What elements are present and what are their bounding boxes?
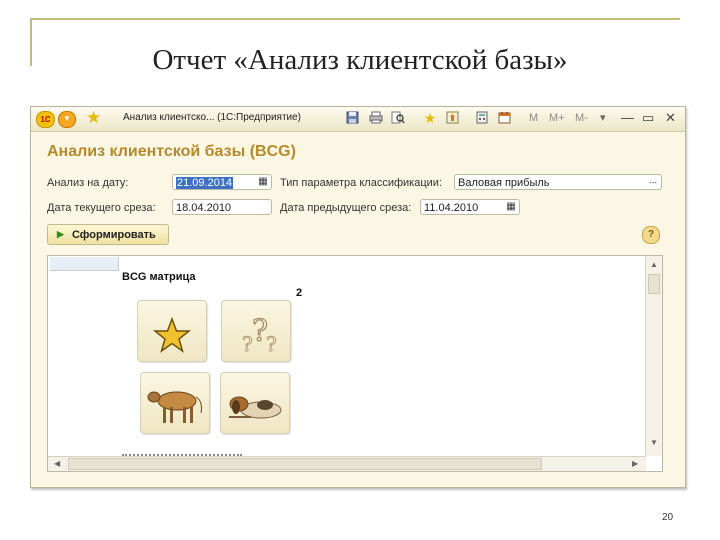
print-icon[interactable] (369, 111, 383, 125)
cow-icon (147, 391, 202, 423)
svg-text:?: ? (266, 332, 277, 356)
scroll-up-icon[interactable]: ▲ (650, 260, 658, 270)
quadrant-dog (220, 372, 290, 434)
scroll-right-icon[interactable]: ▶ (632, 459, 638, 469)
analysis-date-label: Анализ на дату: (47, 177, 129, 189)
generate-button-label: Сформировать (72, 229, 156, 241)
report-area[interactable]: BCG матрица 2 ? ? ? ▲ ▼ ◀ ▶ (47, 255, 663, 472)
help-icon[interactable]: ? (642, 226, 660, 244)
vertical-scroll-thumb[interactable] (648, 274, 660, 294)
close-icon[interactable]: ✕ (665, 110, 676, 126)
calendar-picker-icon[interactable]: ▦ (505, 201, 517, 213)
window-title: Анализ клиентско... (1С:Предприятие) (123, 112, 302, 123)
preview-icon[interactable] (391, 111, 405, 125)
vertical-scrollbar[interactable]: ▲ ▼ (645, 256, 662, 456)
save-icon[interactable] (345, 111, 359, 125)
favorite-star-icon[interactable]: ★ (86, 108, 101, 128)
form-title: Анализ клиентской базы (BCG) (47, 143, 296, 160)
report-number: 2 (296, 287, 303, 299)
analysis-date-value: 21.09.2014 (176, 177, 234, 189)
calendar-picker-icon[interactable]: ▦ (257, 176, 269, 188)
title-bar: 1С ▼ ★ Анализ клиентско... (1С:Предприят… (31, 107, 685, 132)
prev-slice-label: Дата предыдущего среза: (280, 202, 412, 214)
memory-button[interactable]: M (529, 111, 538, 125)
history-icon[interactable] (445, 111, 459, 125)
restore-icon[interactable]: ▭ (642, 110, 654, 126)
dog-icon (229, 396, 282, 419)
dropdown-chevron-icon[interactable]: ▾ (600, 111, 606, 125)
minimize-icon[interactable]: — (621, 110, 634, 126)
current-slice-field[interactable]: 18.04.2010 (172, 199, 272, 215)
play-icon: ▶ (57, 229, 64, 239)
param-type-label: Тип параметра классификации: (280, 177, 442, 189)
current-slice-value: 18.04.2010 (176, 202, 232, 214)
select-ellipsis-icon[interactable]: ... (646, 175, 660, 189)
analysis-date-field[interactable]: 21.09.2014 ▦ (172, 174, 272, 190)
prev-slice-field[interactable]: 11.04.2010 ▦ (420, 199, 520, 215)
horizontal-scroll-thumb[interactable] (68, 458, 542, 470)
memory-plus-button[interactable]: M+ (549, 111, 565, 125)
report-heading: BCG матрица (122, 271, 196, 283)
generate-button[interactable]: ▶ Сформировать (47, 224, 169, 245)
param-type-value: Валовая прибыль (458, 177, 550, 189)
slide-title: Отчет «Анализ клиентской базы» (152, 44, 568, 76)
param-type-field[interactable]: Валовая прибыль ... (454, 174, 662, 190)
calendar-icon[interactable] (497, 111, 511, 125)
slide-number: 20 (662, 512, 674, 523)
add-favorite-icon[interactable]: ★ (423, 111, 437, 125)
calculator-icon[interactable] (475, 111, 489, 125)
prev-slice-value: 11.04.2010 (424, 202, 479, 214)
quadrant-star (137, 300, 207, 362)
horizontal-scrollbar[interactable]: ◀ ▶ (48, 456, 646, 471)
logo-icon[interactable]: 1С (36, 111, 55, 128)
question-marks-icon: ? ? ? (242, 313, 278, 356)
selected-cell[interactable] (50, 257, 119, 271)
quadrant-cash-cow (140, 372, 210, 434)
memory-minus-button[interactable]: M- (575, 111, 588, 125)
star-icon (152, 316, 192, 353)
quadrant-question: ? ? ? (221, 300, 291, 362)
slide-frame-top (30, 18, 680, 20)
scroll-down-icon[interactable]: ▼ (650, 438, 658, 448)
current-slice-label: Дата текущего среза: (47, 202, 156, 214)
scroll-left-icon[interactable]: ◀ (54, 459, 60, 469)
app-window: 1С ▼ ★ Анализ клиентско... (1С:Предприят… (30, 106, 686, 488)
menu-icon[interactable]: ▼ (58, 111, 76, 128)
